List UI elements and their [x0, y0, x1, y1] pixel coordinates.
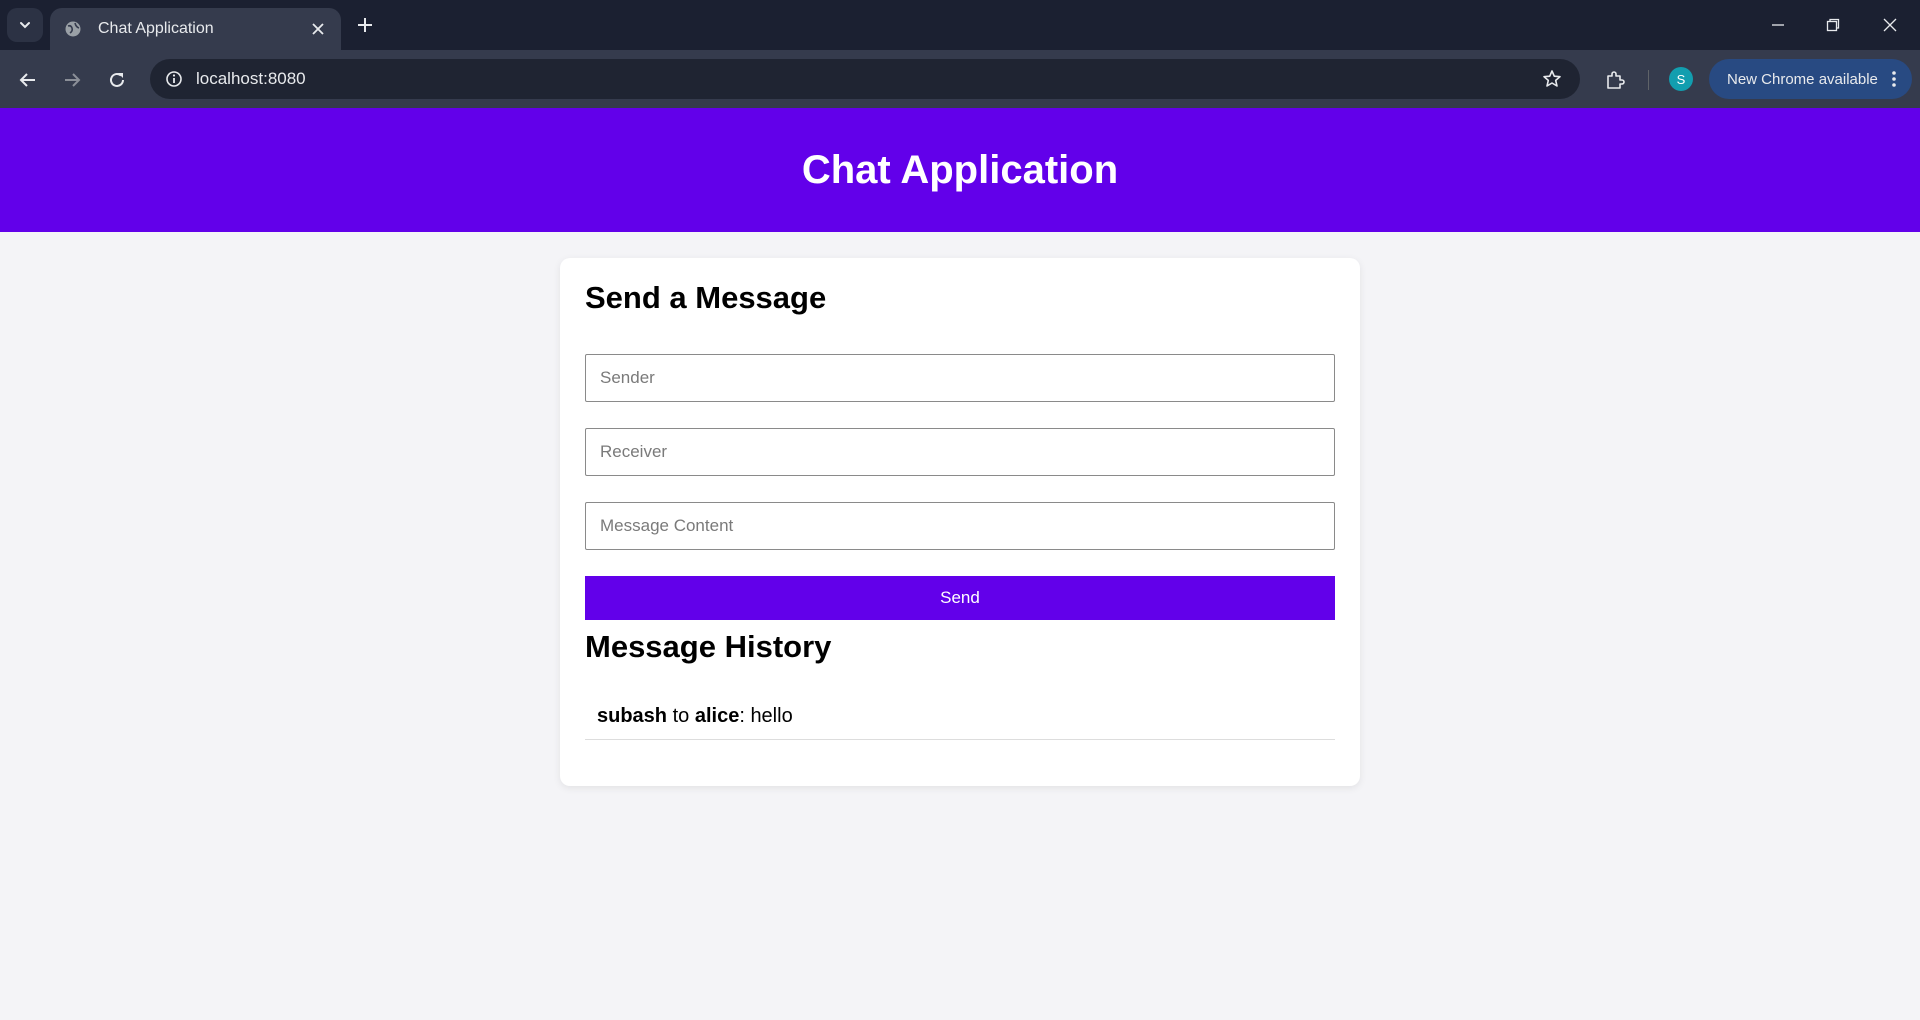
toolbar-divider	[1648, 70, 1649, 90]
site-info-icon[interactable]	[158, 63, 190, 95]
message-item: subash to alice: hello	[585, 694, 1335, 740]
tab-title: Chat Application	[98, 20, 214, 37]
send-button[interactable]: Send	[585, 576, 1335, 620]
send-message-heading: Send a Message	[585, 280, 827, 315]
message-history-list: subash to alice: hello	[585, 694, 1335, 740]
minimize-icon	[1772, 24, 1784, 26]
receiver-input[interactable]	[585, 428, 1335, 476]
browser-toolbar: localhost:8080 S New Chrome available	[0, 50, 1920, 108]
minimize-button[interactable]	[1756, 8, 1800, 42]
close-window-button[interactable]	[1868, 8, 1912, 42]
browser-tab[interactable]: Chat Application	[50, 8, 341, 50]
page-title: Chat Application	[801, 147, 1119, 192]
message-separator: :	[739, 705, 751, 727]
more-vert-icon[interactable]	[1888, 67, 1900, 91]
back-button[interactable]	[12, 64, 44, 96]
close-icon	[1883, 18, 1897, 32]
profile-avatar[interactable]: S	[1669, 67, 1693, 91]
tab-search-button[interactable]	[7, 8, 43, 42]
new-tab-button[interactable]	[352, 12, 378, 38]
globe-icon	[64, 20, 82, 38]
arrow-right-icon	[65, 73, 81, 87]
forward-button[interactable]	[56, 64, 88, 96]
plus-icon	[358, 18, 372, 32]
chevron-down-icon	[20, 22, 30, 29]
message-receiver: alice	[694, 705, 740, 727]
message-content: hello	[750, 705, 793, 727]
restore-button[interactable]	[1811, 8, 1855, 42]
url-text[interactable]: localhost:8080	[196, 69, 306, 89]
browser-tab-strip: Chat Application	[0, 0, 1920, 50]
address-bar[interactable]: localhost:8080	[150, 59, 1580, 99]
message-sender: subash	[597, 705, 668, 727]
chat-card: Send a Message Send Message History suba…	[560, 258, 1360, 786]
restore-icon	[1826, 18, 1840, 32]
reload-icon	[110, 72, 124, 87]
reload-button[interactable]	[101, 64, 133, 96]
close-tab-icon[interactable]	[307, 18, 329, 40]
chrome-update-button[interactable]: New Chrome available	[1709, 59, 1912, 99]
update-label: New Chrome available	[1727, 70, 1878, 88]
arrow-left-icon	[19, 73, 35, 87]
sender-input[interactable]	[585, 354, 1335, 402]
extensions-puzzle-icon[interactable]	[1599, 64, 1631, 96]
bookmark-star-icon[interactable]	[1540, 67, 1564, 91]
message-history-heading: Message History	[585, 629, 832, 664]
app-header: Chat Application	[0, 108, 1920, 232]
message-content-input[interactable]	[585, 502, 1335, 550]
message-connector: to	[667, 705, 695, 727]
